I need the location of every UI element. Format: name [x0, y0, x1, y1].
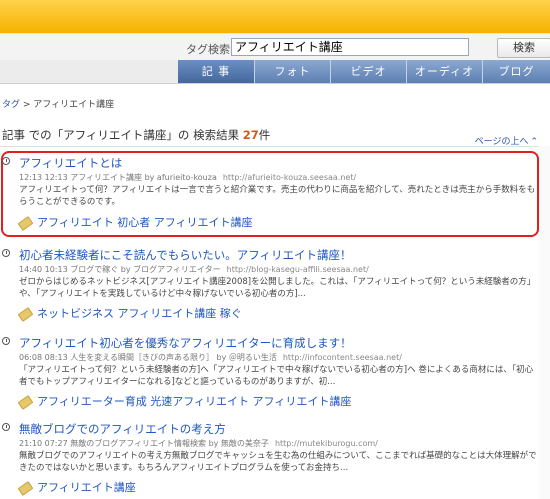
- result-tags-text[interactable]: アフィリエイト講座: [37, 481, 136, 494]
- tag-icon: [17, 394, 34, 410]
- tab-photos[interactable]: フォト: [255, 60, 331, 83]
- clock-icon: [2, 157, 10, 165]
- clock-icon: [2, 423, 10, 431]
- result-snippet: 「アフィリエイトって何？という未経験者の方]へ「アフィリエイトで中々稼げないでい…: [19, 365, 534, 387]
- clock-icon: [2, 249, 10, 257]
- result-meta: 06:08 08:13 人生を変える瞬間［きびの声ある限り］ by ＠明るい生活…: [19, 352, 402, 363]
- result-meta: 21:10 07:27 無敵のブログアフィリエイト情報検索 by 無敵の美奈子 h…: [19, 438, 378, 449]
- result-url[interactable]: http://mutekiburogu.com/: [275, 439, 378, 448]
- result-tags: ネットビジネス アフィリエイト講座 稼ぐ: [17, 305, 242, 322]
- media-tab-bar: 記 事 フォト ビデオ オーディオ ブログ: [0, 60, 550, 84]
- results-count: 27: [242, 128, 259, 142]
- scroll-gutter: [539, 146, 550, 499]
- clock-icon: [2, 337, 10, 345]
- tag-icon: [17, 215, 34, 231]
- result-title[interactable]: 無敵ブログでのアフィリエイトの考え方: [19, 421, 226, 437]
- breadcrumb-current: アフィリエイト講座: [33, 100, 115, 110]
- result-title[interactable]: アフィリエイトとは: [19, 155, 122, 171]
- result-meta-text: 06:08 08:13 人生を変える瞬間［きびの声ある限り］ by ＠明るい生活: [19, 353, 277, 362]
- result-url[interactable]: http://blog-kasegu-affili.seesaa.net/: [227, 265, 369, 274]
- breadcrumb-separator: >: [20, 100, 34, 110]
- results-header: 記事 での「アフィリエイト講座」の 検索結果 27件: [2, 127, 270, 143]
- result-snippet: 無敵ブログでのアフィリエイトの考え方無敵ブログでキャッシュを生む為の仕組みについ…: [19, 451, 537, 473]
- result-title[interactable]: 初心者未経験者にこそ読んでもらいたい。アフィリエイト講座！: [19, 247, 351, 263]
- tag-icon: [17, 480, 34, 496]
- divider: [0, 146, 550, 147]
- tab-audio[interactable]: オーディオ: [407, 60, 483, 83]
- tab-blogs[interactable]: ブログ: [483, 60, 550, 83]
- results-count-unit: 件: [258, 128, 271, 142]
- tag-search-bar: タグ検索 アフィリエイト講座 検索: [0, 33, 550, 61]
- result-meta-text: 14:40 10:13 ブログで稼ぐ by ブログアフィリエイター: [19, 265, 221, 274]
- result-url[interactable]: http://afurieito-kouza.seesaa.net/: [223, 173, 356, 182]
- result-snippet: ゼロからはじめるネットビジネス[アフィリエイト講座2008]を公開しました。これ…: [19, 277, 536, 299]
- result-tags: アフィリエイト 初心者 アフィリエイト講座: [17, 214, 253, 231]
- result-snippet: アフィリエイトって何？アフィリエイトは一言で言うと紹介業です。売主の代わりに商品…: [19, 185, 536, 207]
- result-tags-text[interactable]: アフィリエイト 初心者 アフィリエイト講座: [37, 216, 253, 229]
- result-tags-text[interactable]: アフィリエーター育成 光速アフィリエイト アフィリエイト講座: [37, 395, 351, 408]
- search-button[interactable]: 検索: [497, 38, 550, 58]
- result-title[interactable]: アフィリエイト初心者を優秀なアフィリエイターに育成します！: [19, 335, 352, 351]
- site-header-bar: [0, 0, 550, 33]
- result-meta: 14:40 10:13 ブログで稼ぐ by ブログアフィリエイター http://…: [19, 264, 369, 275]
- tab-articles[interactable]: 記 事: [178, 60, 255, 83]
- result-tags: アフィリエーター育成 光速アフィリエイト アフィリエイト講座: [17, 393, 351, 410]
- tag-search-label: タグ検索: [186, 43, 230, 56]
- result-url[interactable]: http://infocontent.seesaa.net/: [283, 353, 402, 362]
- result-meta-text: 12:13 12:13 アフィリエイト講座 by afurieito-kouza: [19, 173, 217, 182]
- tag-icon: [17, 306, 34, 322]
- tab-videos[interactable]: ビデオ: [331, 60, 407, 83]
- result-meta-text: 21:10 07:27 無敵のブログアフィリエイト情報検索 by 無敵の美奈子: [19, 439, 269, 448]
- results-header-text: 記事 での「アフィリエイト講座」の 検索結果: [2, 128, 243, 142]
- breadcrumb: タグ > アフィリエイト講座: [2, 97, 114, 110]
- result-tags: アフィリエイト講座: [17, 479, 136, 496]
- result-meta: 12:13 12:13 アフィリエイト講座 by afurieito-kouza…: [19, 172, 356, 183]
- tag-search-input[interactable]: アフィリエイト講座: [231, 38, 469, 56]
- result-tags-text[interactable]: ネットビジネス アフィリエイト講座 稼ぐ: [37, 307, 242, 320]
- breadcrumb-tag-link[interactable]: タグ: [2, 100, 20, 110]
